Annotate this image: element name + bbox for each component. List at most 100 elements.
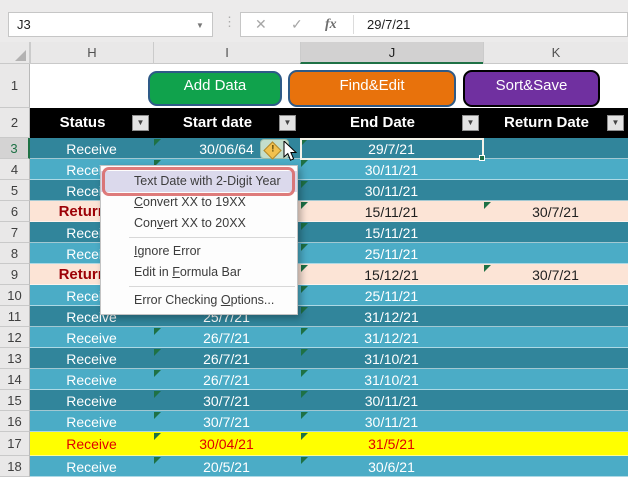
formula-bar[interactable]: ✕ ✓ fx 29/7/21: [240, 12, 628, 37]
menu-item-convert-xx-to-19xx[interactable]: Convert XX to 19XX: [101, 192, 297, 213]
row-header-15[interactable]: 15: [0, 390, 30, 411]
filter-dropdown-end-date[interactable]: ▼: [462, 115, 479, 131]
cell-return-date-12[interactable]: [483, 327, 628, 347]
menu-item-ignore-error[interactable]: Ignore Error: [101, 241, 297, 262]
table-row: Receive26/7/2131/12/21: [30, 327, 628, 348]
cell-end-date-11[interactable]: 31/12/21: [300, 306, 483, 326]
cell-start-date-16[interactable]: 30/7/21: [153, 411, 300, 431]
insert-function-icon[interactable]: fx: [325, 13, 337, 36]
cell-start-date-18[interactable]: 20/5/21: [153, 456, 300, 476]
cell-return-date-8[interactable]: [483, 243, 628, 263]
formula-input[interactable]: 29/7/21: [367, 13, 410, 36]
cell-end-date-12[interactable]: 31/12/21: [300, 327, 483, 347]
menu-item-text-date-with-2-digit-year[interactable]: Text Date with 2-Digit Year: [101, 171, 297, 192]
cell-start-date-13[interactable]: 26/7/21: [153, 348, 300, 368]
cell-return-date-7[interactable]: [483, 222, 628, 242]
cancel-icon[interactable]: ✕: [255, 13, 267, 36]
filter-dropdown-status[interactable]: ▼: [132, 115, 149, 131]
cell-return-date-6[interactable]: 30/7/21: [483, 201, 628, 221]
row-header-13[interactable]: 13: [0, 348, 30, 369]
row-header-16[interactable]: 16: [0, 411, 30, 432]
cell-status-16[interactable]: Receive: [30, 411, 153, 431]
column-header-K[interactable]: K: [483, 42, 628, 64]
fill-handle[interactable]: [479, 155, 485, 161]
cell-end-date-9[interactable]: 15/12/21: [300, 264, 483, 284]
cell-start-date-15[interactable]: 30/7/21: [153, 390, 300, 410]
sort-save-button[interactable]: Sort&Save: [463, 70, 600, 107]
menu-item-edit-in-formula-bar[interactable]: Edit in Formula Bar: [101, 262, 297, 283]
table-header-start-date: Start date: [153, 108, 282, 138]
cell-return-date-9[interactable]: 30/7/21: [483, 264, 628, 284]
name-box-value: J3: [17, 17, 31, 32]
cell-return-date-10[interactable]: [483, 285, 628, 305]
row-header-4[interactable]: 4: [0, 159, 30, 180]
row-header-14[interactable]: 14: [0, 369, 30, 390]
cell-end-date-17[interactable]: 31/5/21: [300, 432, 483, 455]
cell-status-17[interactable]: Receive: [30, 432, 153, 455]
cell-end-date-15[interactable]: 30/11/21: [300, 390, 483, 410]
cell-status-13[interactable]: Receive: [30, 348, 153, 368]
error-triangle-icon: [154, 412, 161, 419]
add-data-button[interactable]: Add Data: [148, 71, 282, 106]
column-header-J[interactable]: J: [300, 42, 483, 64]
cell-status-14[interactable]: Receive: [30, 369, 153, 389]
cell-end-date-10[interactable]: 25/11/21: [300, 285, 483, 305]
cell-status-15[interactable]: Receive: [30, 390, 153, 410]
table-header-status: Status: [30, 108, 135, 138]
row-header-9[interactable]: 9: [0, 264, 30, 285]
cell-value: 31/12/21: [364, 309, 419, 325]
cell-start-date-17[interactable]: 30/04/21: [153, 432, 300, 455]
cell-return-date-11[interactable]: [483, 306, 628, 326]
filter-dropdown-start-date[interactable]: ▼: [279, 115, 296, 131]
name-box[interactable]: J3: [8, 12, 213, 37]
row-header-1[interactable]: 1: [0, 64, 30, 108]
menu-item-error-checking-options[interactable]: Error Checking Options...: [101, 290, 297, 311]
cell-end-date-14[interactable]: 31/10/21: [300, 369, 483, 389]
row-header-18[interactable]: 18: [0, 456, 30, 477]
row-header-17[interactable]: 17: [0, 432, 30, 456]
column-header-H[interactable]: H: [30, 42, 153, 64]
row-header-5[interactable]: 5: [0, 180, 30, 201]
name-box-dropdown-icon[interactable]: ▼: [196, 21, 204, 30]
cell-start-date-12[interactable]: 26/7/21: [153, 327, 300, 347]
cell-end-date-8[interactable]: 25/11/21: [300, 243, 483, 263]
filter-dropdown-return-date[interactable]: ▼: [607, 115, 624, 131]
menu-item-convert-xx-to-20xx[interactable]: Convert XX to 20XX: [101, 213, 297, 234]
cell-end-date-4[interactable]: 30/11/21: [300, 159, 483, 179]
cell-return-date-16[interactable]: [483, 411, 628, 431]
cell-return-date-5[interactable]: [483, 180, 628, 200]
row-header-7[interactable]: 7: [0, 222, 30, 243]
row-header-2[interactable]: 2: [0, 108, 30, 138]
error-triangle-icon: [154, 328, 161, 335]
error-triangle-icon: [301, 160, 308, 167]
cell-end-date-7[interactable]: 15/11/21: [300, 222, 483, 242]
cell-return-date-18[interactable]: [483, 456, 628, 476]
row-header-3[interactable]: 3: [0, 138, 30, 159]
cell-return-date-4[interactable]: [483, 159, 628, 179]
cell-end-date-16[interactable]: 30/11/21: [300, 411, 483, 431]
column-header-I[interactable]: I: [153, 42, 300, 64]
select-all-corner[interactable]: [0, 42, 30, 64]
cell-end-date-5[interactable]: 30/11/21: [300, 180, 483, 200]
cell-return-date-15[interactable]: [483, 390, 628, 410]
cell-status-12[interactable]: Receive: [30, 327, 153, 347]
cell-end-date-6[interactable]: 15/11/21: [300, 201, 483, 221]
cell-return-date-17[interactable]: [483, 432, 628, 455]
cell-end-date-18[interactable]: 30/6/21: [300, 456, 483, 476]
table-row: Receive30/7/2130/11/21: [30, 390, 628, 411]
row-header-12[interactable]: 12: [0, 327, 30, 348]
cell-start-date-14[interactable]: 26/7/21: [153, 369, 300, 389]
cell-return-date-14[interactable]: [483, 369, 628, 389]
cell-end-date-13[interactable]: 31/10/21: [300, 348, 483, 368]
row-header-10[interactable]: 10: [0, 285, 30, 306]
cell-return-date-13[interactable]: [483, 348, 628, 368]
cell-status-18[interactable]: Receive: [30, 456, 153, 476]
find-edit-button[interactable]: Find&Edit: [288, 70, 456, 107]
enter-icon[interactable]: ✓: [291, 13, 303, 36]
cell-return-date-3[interactable]: [483, 138, 628, 158]
row-header-8[interactable]: 8: [0, 243, 30, 264]
cell-status-3[interactable]: Receive: [30, 138, 153, 158]
row-header-11[interactable]: 11: [0, 306, 30, 327]
cell-value: 30/7/21: [203, 414, 250, 430]
row-header-6[interactable]: 6: [0, 201, 30, 222]
